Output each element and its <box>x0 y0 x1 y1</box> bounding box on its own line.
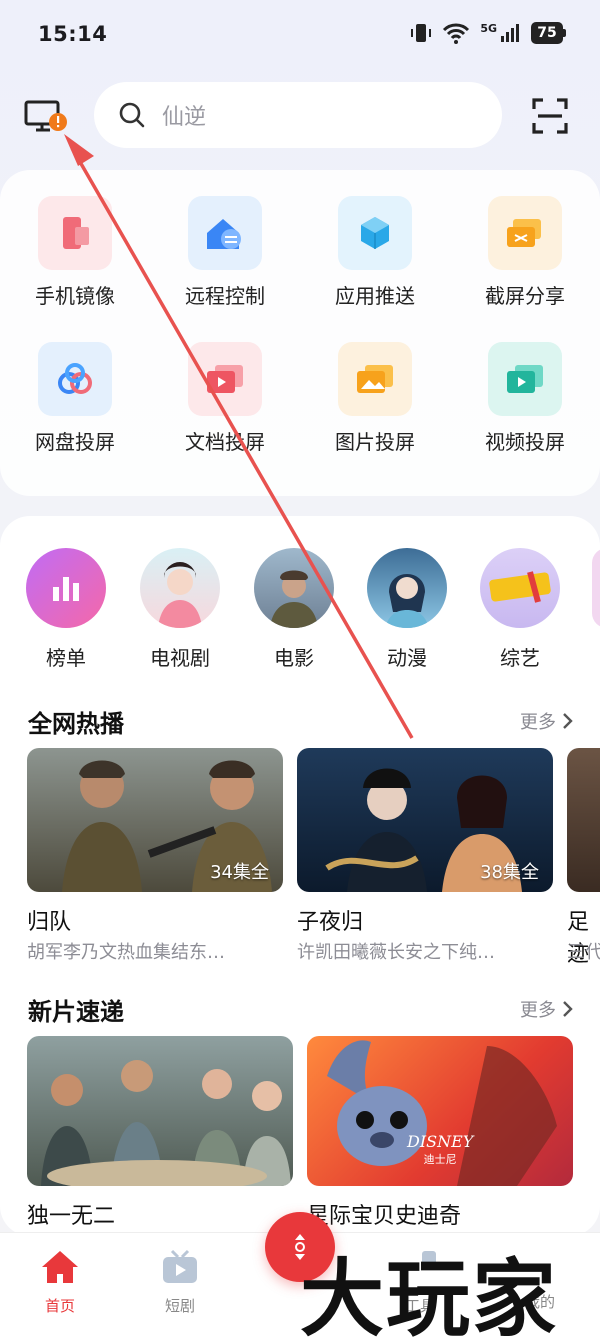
show-title[interactable]: 子夜归 <box>297 904 363 936</box>
category-label: 综艺 <box>500 646 540 670</box>
screenshot-share-icon <box>488 196 562 270</box>
category-label: 动漫 <box>387 646 427 670</box>
new-more-button[interactable]: 更多 <box>520 996 574 1022</box>
signal-icon <box>501 24 519 42</box>
rankings-icon <box>26 548 106 628</box>
tool-app-push[interactable]: 应用推送 <box>300 196 450 309</box>
more-label: 更多 <box>520 712 556 733</box>
tool-label: 网盘投屏 <box>35 430 115 454</box>
tool-remote-control[interactable]: 远程控制 <box>150 196 300 309</box>
phone-mirror-icon <box>38 196 112 270</box>
search-input[interactable]: 仙逆 <box>94 82 502 148</box>
status-icons: 5G 75 <box>410 22 566 44</box>
poster-zuji[interactable] <box>567 748 600 892</box>
tool-screenshot-share[interactable]: 截屏分享 <box>450 196 600 309</box>
poster-duyiwuer[interactable] <box>27 1036 293 1186</box>
tool-label: 手机镜像 <box>35 284 115 308</box>
chevron-right-icon <box>563 1001 573 1017</box>
tv-drama-avatar <box>140 548 220 628</box>
search-placeholder: 仙逆 <box>162 105 207 130</box>
vibrate-icon <box>411 24 432 42</box>
content-panel: 榜单 电视剧 电影 动漫 综艺 全网热播 更多 34集全 归队 胡军李乃文热血集… <box>0 516 600 1236</box>
show-desc: 许凯田曦薇长安之下纯… <box>297 942 495 963</box>
poster-image <box>41 1060 291 1186</box>
screen-cast-button[interactable] <box>24 98 68 138</box>
poster-guidui[interactable]: 34集全 <box>27 748 283 892</box>
video-cast-icon <box>488 342 562 416</box>
tool-label: 远程控制 <box>185 284 265 308</box>
scan-button[interactable] <box>530 96 570 136</box>
nav-shorts[interactable]: 短剧 <box>140 1249 220 1316</box>
wifi-icon <box>443 23 470 44</box>
show-title[interactable]: 星际宝贝史迪奇 <box>307 1198 461 1230</box>
poster-ziyegui[interactable]: 38集全 <box>297 748 553 892</box>
show-desc: 胡军李乃文热血集结东… <box>27 942 225 963</box>
tool-label: 视频投屏 <box>485 430 565 454</box>
show-desc: 三代 <box>567 942 600 963</box>
chevron-right-icon <box>563 713 573 729</box>
doc-cast-icon <box>188 342 262 416</box>
cloud-cast-icon <box>38 342 112 416</box>
category-tv[interactable]: 电视剧 <box>125 548 235 671</box>
anime-avatar <box>367 548 447 628</box>
image-cast-icon <box>338 342 412 416</box>
nav-home[interactable]: 首页 <box>20 1249 100 1316</box>
nav-label: 短剧 <box>164 1297 195 1315</box>
poster-stitch[interactable]: DISNEY 迪士尼 <box>307 1036 573 1186</box>
tv-icon <box>163 1249 197 1283</box>
hot-more-button[interactable]: 更多 <box>520 708 574 734</box>
section-title-new: 新片速递 <box>28 998 124 1026</box>
more-label: 更多 <box>520 1000 556 1021</box>
scan-icon <box>532 98 568 134</box>
category-label: 榜单 <box>46 646 86 670</box>
tool-label: 应用推送 <box>335 284 415 308</box>
watermark-text: 大玩家 <box>300 1249 559 1341</box>
app-push-icon <box>338 196 412 270</box>
variety-avatar <box>480 548 560 628</box>
tools-panel: 手机镜像 远程控制 应用推送 截屏分享 网盘投屏 文档投屏 图片投屏 视频投屏 <box>0 170 600 496</box>
category-anime[interactable]: 动漫 <box>352 548 462 671</box>
status-time: 15:14 <box>38 22 108 46</box>
tool-label: 文档投屏 <box>185 430 265 454</box>
network-type: 5G <box>480 21 497 35</box>
tool-label: 图片投屏 <box>335 430 415 454</box>
tool-video-cast[interactable]: 视频投屏 <box>450 342 600 455</box>
tool-doc-cast[interactable]: 文档投屏 <box>150 342 300 455</box>
episode-badge: 38集全 <box>480 862 539 883</box>
episode-badge: 34集全 <box>210 862 269 883</box>
show-title[interactable]: 归队 <box>27 904 71 936</box>
tool-cloud-cast[interactable]: 网盘投屏 <box>0 342 150 455</box>
category-rankings[interactable]: 榜单 <box>11 548 121 671</box>
nav-label: 首页 <box>44 1297 75 1315</box>
category-label: 电影 <box>274 646 314 670</box>
tool-label: 截屏分享 <box>485 284 565 308</box>
search-icon <box>119 102 145 128</box>
category-variety[interactable]: 综艺 <box>465 548 575 671</box>
category-overflow <box>592 548 600 628</box>
tool-image-cast[interactable]: 图片投屏 <box>300 342 450 455</box>
tool-phone-mirror[interactable]: 手机镜像 <box>0 196 150 309</box>
category-label: 电视剧 <box>150 646 210 670</box>
movie-avatar <box>254 548 334 628</box>
disney-logo: DISNEY 迪士尼 <box>407 1132 474 1166</box>
remote-control-icon <box>188 196 262 270</box>
status-bar: 15:14 5G 75 <box>0 0 600 72</box>
monitor-alert-icon <box>24 100 67 132</box>
category-movie[interactable]: 电影 <box>239 548 349 671</box>
section-title-hot: 全网热播 <box>28 710 124 738</box>
show-title[interactable]: 独一无二 <box>27 1198 115 1230</box>
battery-icon: 75 <box>531 22 566 44</box>
home-icon <box>42 1251 78 1283</box>
